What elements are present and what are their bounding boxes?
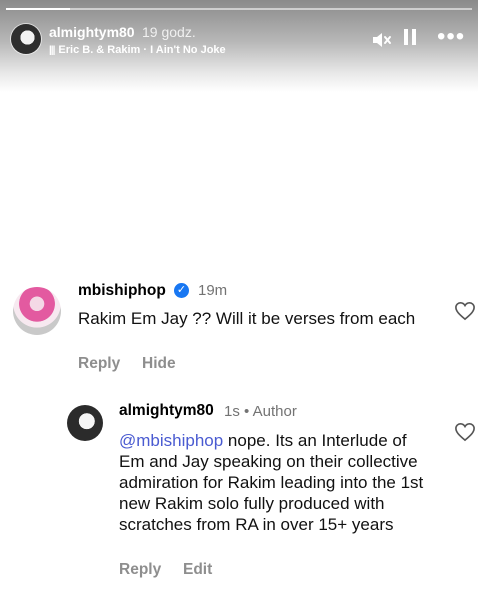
- reply-text: @mbishiphop nope. Its an Interlude of Em…: [119, 431, 424, 534]
- story-progress-bar: [6, 8, 472, 10]
- mention-link[interactable]: @mbishiphop: [119, 431, 223, 450]
- reply-button[interactable]: Reply: [78, 355, 120, 373]
- story-header: almightym80 19 godz. ||| Eric B. & Rakim …: [0, 0, 478, 92]
- author-badge: Author: [252, 403, 297, 420]
- story-username[interactable]: almightym80: [49, 24, 135, 40]
- verified-badge-icon: ✓: [174, 283, 189, 298]
- reply-button[interactable]: Reply: [119, 561, 161, 579]
- reply-username[interactable]: almightym80: [119, 402, 214, 420]
- comment-username[interactable]: mbishiphop: [78, 282, 166, 300]
- pause-icon[interactable]: [404, 29, 420, 49]
- hide-button[interactable]: Hide: [142, 355, 176, 373]
- music-title: Eric B. & Rakim · I Ain't No Joke: [58, 44, 226, 56]
- story-avatar[interactable]: [11, 24, 41, 54]
- story-timestamp: 19 godz.: [142, 24, 196, 40]
- music-bars-icon: |||: [49, 45, 55, 56]
- commenter-avatar[interactable]: [13, 287, 61, 335]
- like-heart-icon[interactable]: [454, 422, 476, 442]
- like-heart-icon[interactable]: [454, 301, 476, 321]
- comment-text: Rakim Em Jay ?? Will it be verses from e…: [78, 309, 416, 328]
- mute-icon[interactable]: [370, 29, 392, 51]
- edit-button[interactable]: Edit: [183, 561, 212, 579]
- comment-time: 19m: [198, 282, 228, 299]
- story-music-label[interactable]: ||| Eric B. & Rakim · I Ain't No Joke: [49, 44, 226, 56]
- more-icon[interactable]: •••: [437, 25, 465, 49]
- reply-time: 1s • Author: [224, 403, 297, 420]
- reply-avatar[interactable]: [67, 405, 103, 441]
